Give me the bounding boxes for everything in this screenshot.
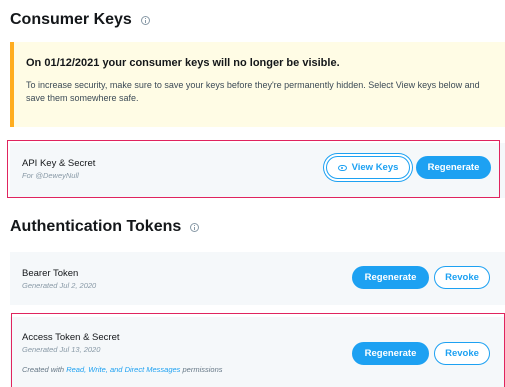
auth-tokens-title: Authentication Tokens bbox=[10, 218, 182, 235]
api-key-row: API Key & Secret For @DeweyNull View Key… bbox=[10, 143, 505, 198]
bearer-token-row: Bearer Token Generated Jul 2, 2020 Regen… bbox=[10, 252, 505, 305]
consumer-keys-title: Consumer Keys bbox=[10, 11, 132, 28]
info-icon[interactable] bbox=[140, 15, 150, 25]
permissions-link[interactable]: Read, Write, and Direct Messages bbox=[66, 365, 180, 374]
info-icon[interactable] bbox=[190, 222, 200, 232]
bearer-token-title: Bearer Token bbox=[22, 268, 79, 279]
bearer-regenerate-button[interactable]: Regenerate bbox=[352, 266, 429, 289]
eye-icon bbox=[337, 164, 347, 171]
access-revoke-button[interactable]: Revoke bbox=[434, 342, 490, 365]
access-token-subtitle: Generated Jul 13, 2020 bbox=[22, 345, 101, 354]
permissions-suffix: permissions bbox=[182, 365, 223, 374]
notice-body: To increase security, make sure to save … bbox=[26, 80, 480, 103]
access-token-title: Access Token & Secret bbox=[22, 332, 120, 343]
api-key-subtitle: For @DeweyNull bbox=[22, 171, 79, 180]
notice-title: On 01/12/2021 your consumer keys will no… bbox=[26, 57, 340, 69]
page: Consumer Keys On 01/12/2021 your consume… bbox=[0, 0, 505, 387]
consumer-keys-heading: Consumer Keys bbox=[10, 11, 150, 29]
api-key-regenerate-button[interactable]: Regenerate bbox=[416, 156, 491, 179]
bearer-revoke-button[interactable]: Revoke bbox=[434, 266, 490, 289]
bearer-token-subtitle: Generated Jul 2, 2020 bbox=[22, 281, 97, 290]
view-keys-button[interactable]: View Keys bbox=[326, 156, 410, 179]
view-keys-label: View Keys bbox=[351, 162, 399, 173]
access-regenerate-button[interactable]: Regenerate bbox=[352, 342, 429, 365]
visibility-notice: On 01/12/2021 your consumer keys will no… bbox=[10, 42, 505, 127]
api-key-title: API Key & Secret bbox=[22, 158, 96, 169]
access-token-row: Access Token & Secret Generated Jul 13, … bbox=[10, 317, 505, 387]
auth-tokens-heading: Authentication Tokens bbox=[10, 218, 200, 236]
access-token-permissions: Created with Read, Write, and Direct Mes… bbox=[22, 365, 223, 374]
permissions-prefix: Created with bbox=[22, 365, 65, 374]
